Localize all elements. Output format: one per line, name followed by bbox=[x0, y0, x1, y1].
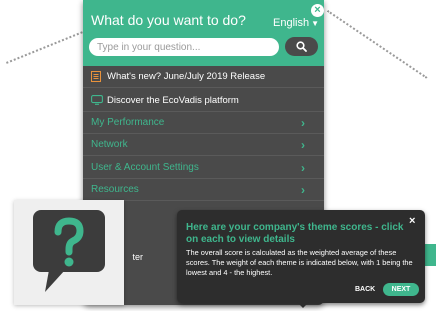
close-icon[interactable]: × bbox=[409, 215, 415, 227]
search-icon bbox=[296, 41, 307, 52]
help-panel-header: What do you want to do? English ▼ × bbox=[83, 0, 324, 66]
menu-item-label: What's new? June/July 2019 Release bbox=[107, 71, 266, 82]
section-resources[interactable]: Resources › bbox=[83, 179, 324, 201]
help-panel-title: What do you want to do? bbox=[91, 12, 246, 28]
section-label: Resources bbox=[91, 184, 139, 195]
back-button[interactable]: BACK bbox=[355, 286, 375, 293]
search-button[interactable] bbox=[285, 37, 318, 56]
search-input[interactable] bbox=[89, 38, 279, 56]
chevron-right-icon: › bbox=[301, 161, 305, 175]
section-network[interactable]: Network › bbox=[83, 134, 324, 156]
tooltip-title: Here are your company's theme scores - c… bbox=[186, 222, 404, 245]
chevron-right-icon: › bbox=[301, 116, 305, 130]
chevron-down-icon: ▼ bbox=[311, 19, 319, 28]
decorative-dotted-line bbox=[6, 31, 83, 64]
menu-item-whats-new[interactable]: What's new? June/July 2019 Release bbox=[83, 66, 324, 88]
language-select[interactable]: English ▼ bbox=[273, 17, 319, 29]
language-label: English bbox=[273, 17, 310, 29]
menu-item-discover-platform[interactable]: Discover the EcoVadis platform bbox=[83, 90, 324, 112]
section-label: My Performance bbox=[91, 117, 165, 128]
help-launcher-card[interactable] bbox=[14, 200, 124, 305]
document-icon bbox=[91, 71, 101, 82]
tooltip-body: The overall score is calculated as the w… bbox=[186, 248, 413, 277]
section-my-performance[interactable]: My Performance › bbox=[83, 112, 324, 134]
section-label: User & Account Settings bbox=[91, 162, 199, 173]
section-user-account-settings[interactable]: User & Account Settings › bbox=[83, 157, 324, 179]
help-question-icon bbox=[33, 210, 105, 292]
monitor-icon bbox=[91, 95, 103, 105]
guided-tour-tooltip: × Here are your company's theme scores -… bbox=[177, 210, 425, 303]
menu-item-label: Discover the EcoVadis platform bbox=[107, 95, 239, 106]
chevron-right-icon: › bbox=[301, 138, 305, 152]
decorative-dotted-line bbox=[326, 10, 428, 79]
background-button-edge bbox=[425, 244, 436, 266]
next-button[interactable]: NEXT bbox=[383, 283, 419, 296]
chevron-right-icon: › bbox=[301, 183, 305, 197]
section-label: Network bbox=[91, 139, 128, 150]
close-icon[interactable]: × bbox=[311, 4, 324, 17]
tooltip-pointer bbox=[297, 302, 309, 308]
